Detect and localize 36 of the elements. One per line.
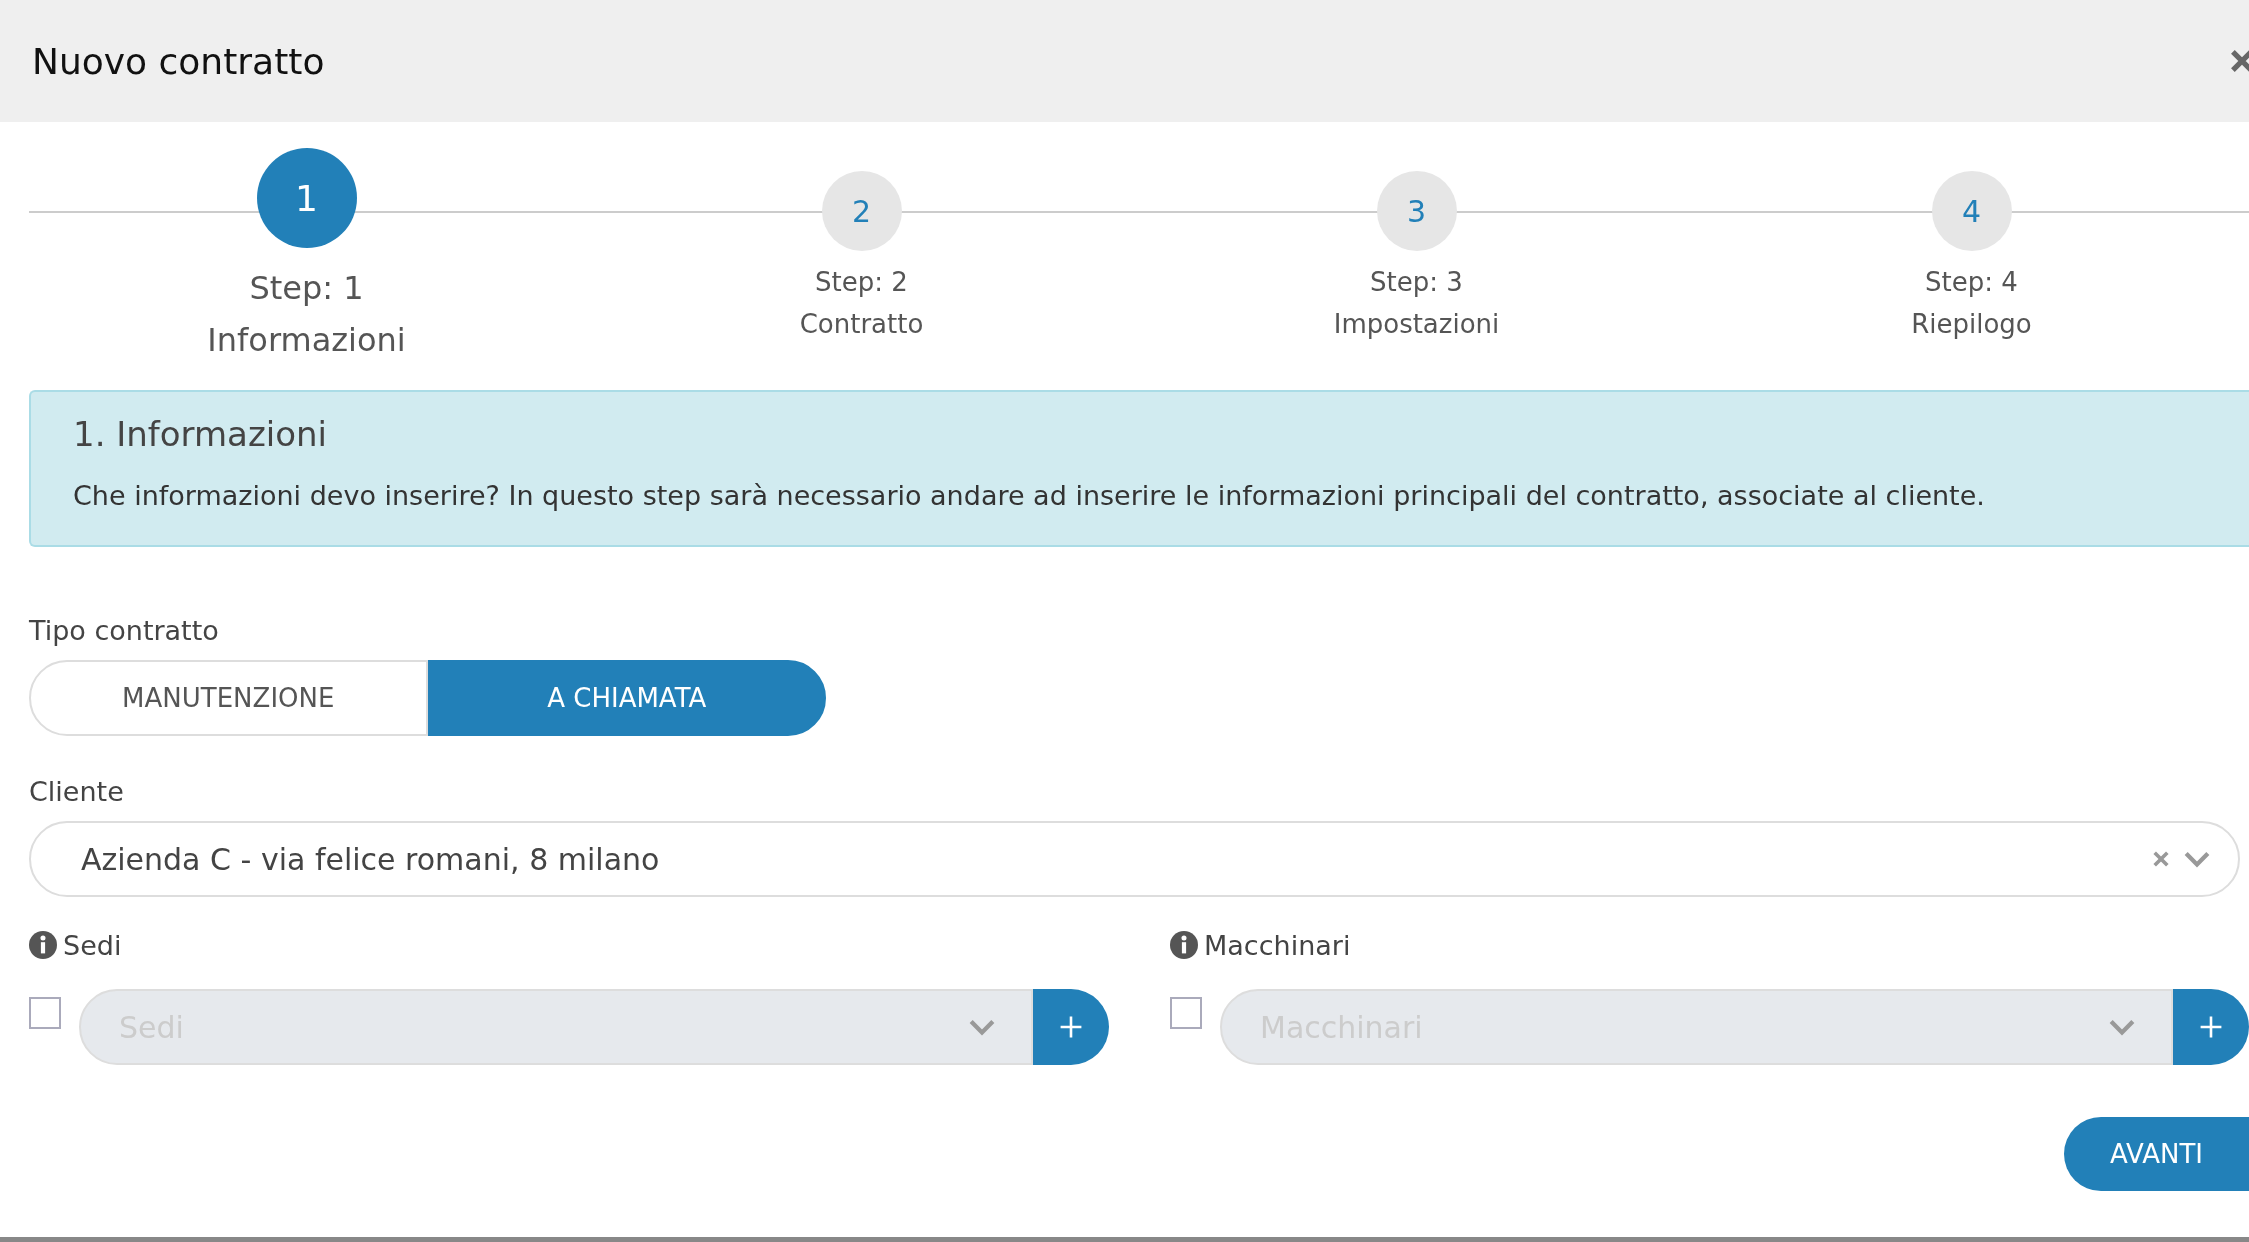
contract-type-toggle[interactable]: MANUTENZIONE <box>29 660 428 736</box>
info-icon[interactable] <box>1170 931 1198 959</box>
chevron-down-icon[interactable] <box>969 1018 995 1036</box>
next-button[interactable]: AVANTI <box>2064 1117 2249 1191</box>
chevron-down-icon[interactable] <box>2109 1018 2135 1036</box>
clear-icon[interactable] <box>2152 850 2170 868</box>
step-name-label: Impostazioni <box>1333 308 1500 341</box>
field-label: Cliente <box>29 776 125 807</box>
add-button[interactable] <box>1033 989 1109 1065</box>
info-title: 1. Informazioni <box>73 414 329 454</box>
chevron-down-icon[interactable] <box>2184 850 2210 868</box>
info-icon[interactable] <box>29 931 57 959</box>
step-number-label: Step: 3 <box>1370 266 1463 299</box>
client-select[interactable]: Azienda C - via felice romani, 8 milano <box>29 821 2240 897</box>
step-name-label: Informazioni <box>207 320 406 361</box>
step-number-label: Step: 4 <box>1925 266 2018 299</box>
field-label: Sedi <box>63 929 122 961</box>
step-name-label: Contratto <box>799 308 924 341</box>
field-label: Macchinari <box>1204 929 1351 961</box>
dialog-title: Nuovo contratto <box>32 40 325 82</box>
field-label: Tipo contratto <box>29 615 220 646</box>
add-button[interactable] <box>2173 989 2249 1065</box>
plus-icon <box>1058 1014 1084 1040</box>
info-text: Che informazioni devo inserire? In questo step sarà necessario andare ad inserire le informazioni principali del contratto, associate al cliente. <box>73 480 1986 511</box>
plus-icon <box>2198 1014 2224 1040</box>
checkbox[interactable] <box>29 997 61 1029</box>
step-name-label: Riepilogo <box>1911 308 2032 341</box>
step-circle[interactable]: 4 <box>1931 171 2012 251</box>
step-number-label: Step: 1 <box>249 268 364 309</box>
contract-type-toggle[interactable]: A CHIAMATA <box>427 660 826 736</box>
close-icon[interactable] <box>2229 48 2249 74</box>
checkbox[interactable] <box>1170 997 1202 1029</box>
step-circle[interactable]: 2 <box>821 171 902 251</box>
step-circle[interactable]: 3 <box>1376 171 1457 251</box>
step-number-label: Step: 2 <box>815 266 908 299</box>
step-circle[interactable]: 1 <box>256 148 357 248</box>
